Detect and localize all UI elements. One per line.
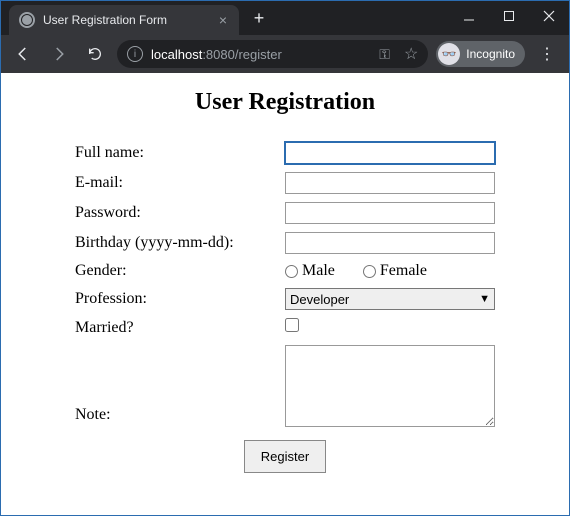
browser-titlebar: User Registration Form × +: [1, 1, 569, 35]
incognito-badge[interactable]: 👓 Incognito: [436, 41, 525, 67]
incognito-label: Incognito: [466, 47, 515, 61]
married-label: Married?: [69, 314, 279, 341]
forward-button[interactable]: [45, 40, 73, 68]
window-close-button[interactable]: [529, 1, 569, 31]
email-label: E-mail:: [69, 168, 279, 198]
note-textarea[interactable]: [285, 345, 495, 427]
birthday-input[interactable]: [285, 232, 495, 254]
register-button[interactable]: Register: [244, 440, 326, 473]
password-label: Password:: [69, 198, 279, 228]
close-tab-icon[interactable]: ×: [217, 12, 229, 28]
browser-tab[interactable]: User Registration Form ×: [9, 5, 239, 35]
password-key-icon[interactable]: ⚿: [379, 46, 390, 63]
note-label: Note:: [69, 341, 279, 436]
globe-icon: [19, 12, 35, 28]
bookmark-star-icon[interactable]: ☆: [404, 44, 418, 64]
gender-female-option[interactable]: Female: [363, 262, 427, 280]
married-checkbox[interactable]: [285, 318, 299, 332]
url-input[interactable]: i localhost:8080/register ⚿ ☆: [117, 40, 428, 68]
fullname-input[interactable]: [285, 142, 495, 164]
email-input[interactable]: [285, 172, 495, 194]
browser-menu-button[interactable]: ⋮: [533, 44, 561, 64]
page-title: User Registration: [33, 89, 537, 116]
gender-female-radio[interactable]: [363, 265, 376, 278]
reload-button[interactable]: [81, 40, 109, 68]
password-input[interactable]: [285, 202, 495, 224]
window-minimize-button[interactable]: [449, 1, 489, 31]
gender-male-option[interactable]: Male: [285, 262, 335, 280]
incognito-icon: 👓: [438, 43, 460, 65]
profession-label: Profession:: [69, 284, 279, 314]
gender-label: Gender:: [69, 258, 279, 284]
fullname-label: Full name:: [69, 138, 279, 168]
site-info-icon[interactable]: i: [127, 46, 143, 62]
tab-title: User Registration Form: [43, 13, 209, 27]
birthday-label: Birthday (yyyy-mm-dd):: [69, 228, 279, 258]
new-tab-button[interactable]: +: [247, 8, 271, 29]
registration-form: Full name: E-mail: Password: Birthday (y…: [69, 138, 501, 477]
browser-address-bar: i localhost:8080/register ⚿ ☆ 👓 Incognit…: [1, 35, 569, 73]
page-content: User Registration Full name: E-mail: Pas…: [1, 73, 569, 493]
profession-selected: Developer: [290, 292, 349, 307]
url-port: :8080: [202, 47, 235, 62]
url-host: localhost: [151, 47, 202, 62]
gender-female-label: Female: [380, 262, 427, 280]
back-button[interactable]: [9, 40, 37, 68]
gender-male-radio[interactable]: [285, 265, 298, 278]
window-maximize-button[interactable]: [489, 1, 529, 31]
profession-select[interactable]: Developer ▼: [285, 288, 495, 310]
url-path: /register: [235, 47, 282, 62]
gender-male-label: Male: [302, 262, 335, 280]
chevron-down-icon: ▼: [479, 293, 490, 305]
